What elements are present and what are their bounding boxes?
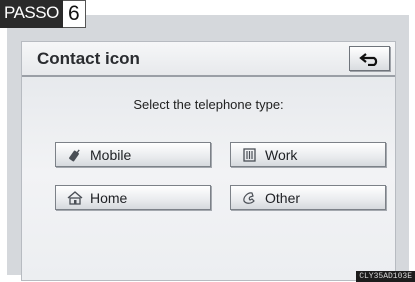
instruction-text: Select the telephone type: xyxy=(133,97,284,112)
image-code-label: CLY35AD103E xyxy=(356,271,415,282)
building-icon xyxy=(241,147,259,162)
contact-icon-panel: Contact icon Select the telephone type: … xyxy=(21,41,396,281)
other-label: Other xyxy=(265,189,301,206)
handset-icon xyxy=(241,191,259,205)
mobile-type-button[interactable]: Mobile xyxy=(55,142,211,167)
other-type-button[interactable]: Other xyxy=(230,185,386,210)
home-type-button[interactable]: Home xyxy=(55,185,211,210)
header-bar: Contact icon xyxy=(22,42,395,77)
return-arrow-icon xyxy=(358,52,377,66)
back-button[interactable] xyxy=(349,46,390,71)
work-label: Work xyxy=(265,146,298,163)
home-label: Home xyxy=(90,189,128,206)
work-type-button[interactable]: Work xyxy=(230,142,386,167)
step-number: 6 xyxy=(62,0,86,28)
navigation-screen: Contact icon Select the telephone type: … xyxy=(7,15,409,281)
step-badge: PASSO 6 xyxy=(0,0,86,28)
mobile-label: Mobile xyxy=(90,146,132,163)
step-label: PASSO xyxy=(0,0,63,28)
page-title: Contact icon xyxy=(37,49,140,68)
mobile-phone-icon xyxy=(66,148,84,162)
house-icon xyxy=(66,190,84,205)
